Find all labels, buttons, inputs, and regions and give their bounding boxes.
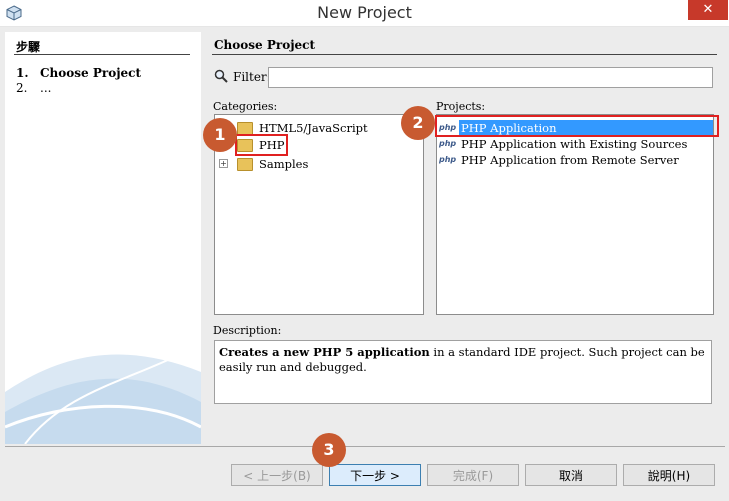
help-button[interactable]: 說明(H) bbox=[623, 464, 715, 486]
step-number: 1. bbox=[16, 66, 29, 80]
filter-label: Filter: bbox=[233, 70, 271, 84]
categories-label: Categories: bbox=[213, 100, 278, 113]
step-label: Choose Project bbox=[40, 66, 142, 80]
close-button[interactable]: ✕ bbox=[688, 0, 728, 20]
search-icon bbox=[214, 69, 228, 83]
projects-list[interactable]: PHP Application php PHP Application with… bbox=[436, 114, 714, 315]
step-number: 2. bbox=[16, 81, 28, 95]
filter-input[interactable] bbox=[268, 67, 713, 88]
description-label: Description: bbox=[213, 324, 282, 337]
highlight-box-php-application bbox=[435, 115, 719, 137]
step-item-2: 2.... bbox=[16, 81, 51, 95]
steps-title: 步驟 bbox=[16, 40, 41, 54]
bottom-separator bbox=[5, 446, 725, 447]
title-bar: New Project bbox=[0, 0, 729, 27]
annotation-badge-3: 3 bbox=[312, 433, 346, 467]
finish-button[interactable]: 完成(F) bbox=[427, 464, 519, 486]
window-title: New Project bbox=[317, 3, 412, 22]
annotation-badge-2: 2 bbox=[401, 106, 435, 140]
description-box: Creates a new PHP 5 application in a sta… bbox=[214, 340, 712, 404]
description-bold: Creates a new PHP 5 application bbox=[219, 345, 430, 359]
php-icon: php bbox=[439, 139, 457, 148]
step-item-1: 1. Choose Project bbox=[16, 66, 141, 80]
panel-divider bbox=[212, 54, 717, 55]
panel-title: Choose Project bbox=[214, 38, 316, 52]
highlight-box-php bbox=[235, 134, 288, 156]
cancel-button[interactable]: 取消 bbox=[525, 464, 617, 486]
folder-icon bbox=[237, 158, 253, 171]
category-label: Samples bbox=[259, 157, 309, 171]
project-php-existing-sources[interactable]: PHP Application with Existing Sources bbox=[461, 136, 687, 152]
project-label: PHP Application from Remote Server bbox=[461, 153, 679, 167]
back-button[interactable]: < 上一步(B) bbox=[231, 464, 323, 486]
steps-divider bbox=[14, 54, 190, 55]
project-label: PHP Application with Existing Sources bbox=[461, 137, 688, 151]
category-samples[interactable]: + Samples bbox=[219, 156, 339, 172]
project-php-remote-server[interactable]: PHP Application from Remote Server bbox=[461, 152, 679, 168]
step-label: ... bbox=[40, 81, 52, 95]
expand-plus-icon[interactable]: + bbox=[219, 159, 228, 168]
annotation-badge-1: 1 bbox=[203, 118, 237, 152]
decorative-swoosh bbox=[5, 351, 201, 444]
php-icon: php bbox=[439, 155, 457, 164]
projects-label: Projects: bbox=[436, 100, 486, 113]
next-button[interactable]: 下一步 > bbox=[329, 464, 421, 486]
